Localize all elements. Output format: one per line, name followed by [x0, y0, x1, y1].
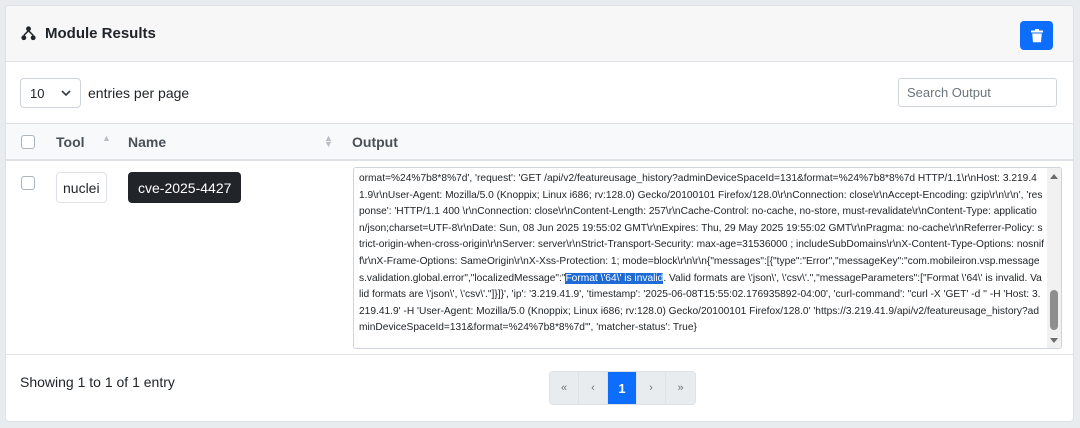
previous-page-button[interactable]: ‹: [579, 372, 608, 404]
output-selected-text: Format \'64\' is invalid: [565, 272, 664, 284]
page-1-button[interactable]: 1: [608, 372, 637, 404]
next-page-button[interactable]: ›: [637, 372, 666, 404]
table-header: Tool ▲ Name ▲ ▼ Output: [6, 123, 1073, 161]
scroll-down-icon[interactable]: [1050, 338, 1058, 343]
column-label-name: Name: [128, 134, 167, 150]
tool-badge: nuclei: [56, 172, 107, 203]
sort-icon: ▲ ▼: [324, 133, 333, 149]
module-results-card: Module Results 10 entries per page Tool …: [5, 5, 1074, 422]
output-scrollbar[interactable]: [1047, 168, 1061, 348]
column-header-tool[interactable]: Tool ▲: [56, 124, 118, 160]
first-page-button[interactable]: «: [550, 372, 579, 404]
entries-per-page-select[interactable]: 10: [20, 78, 81, 108]
pagination: « ‹ 1 › »: [549, 371, 696, 405]
name-badge: cve-2025-4427: [128, 172, 242, 203]
output-textarea[interactable]: ormat=%24%7b8*8%7d', 'request': 'GET /ap…: [353, 167, 1062, 349]
search-input[interactable]: [898, 78, 1057, 107]
chevron-down-icon: [61, 90, 71, 96]
sort-asc-icon: ▲: [102, 133, 111, 143]
column-header-name[interactable]: Name ▲ ▼: [128, 124, 338, 160]
entries-label: entries per page: [88, 85, 190, 101]
sitemap-icon: [21, 26, 36, 41]
column-label-output: Output: [352, 134, 398, 150]
table-toolbar: 10 entries per page: [20, 78, 1057, 108]
row-checkbox[interactable]: [21, 176, 35, 190]
page-title: Module Results: [45, 25, 156, 42]
column-header-output: Output: [352, 124, 398, 160]
entries-value: 10: [30, 85, 45, 101]
output-text: ormat=%24%7b8*8%7d', 'request': 'GET /ap…: [359, 171, 1044, 337]
delete-button[interactable]: [1020, 21, 1053, 50]
table-info: Showing 1 to 1 of 1 entry: [20, 374, 175, 390]
card-header: Module Results: [6, 6, 1073, 62]
table-row: nuclei cve-2025-4427 ormat=%24%7b8*8%7d'…: [6, 161, 1073, 355]
select-all-checkbox-cell: [21, 124, 35, 160]
output-text-before: ormat=%24%7b8*8%7d', 'request': 'GET /ap…: [359, 173, 1045, 284]
scroll-up-icon[interactable]: [1050, 174, 1058, 179]
scrollbar-thumb[interactable]: [1050, 290, 1058, 330]
column-label-tool: Tool: [56, 134, 85, 150]
select-all-checkbox[interactable]: [21, 135, 35, 149]
last-page-button[interactable]: »: [666, 372, 695, 404]
trash-icon: [1030, 28, 1043, 42]
